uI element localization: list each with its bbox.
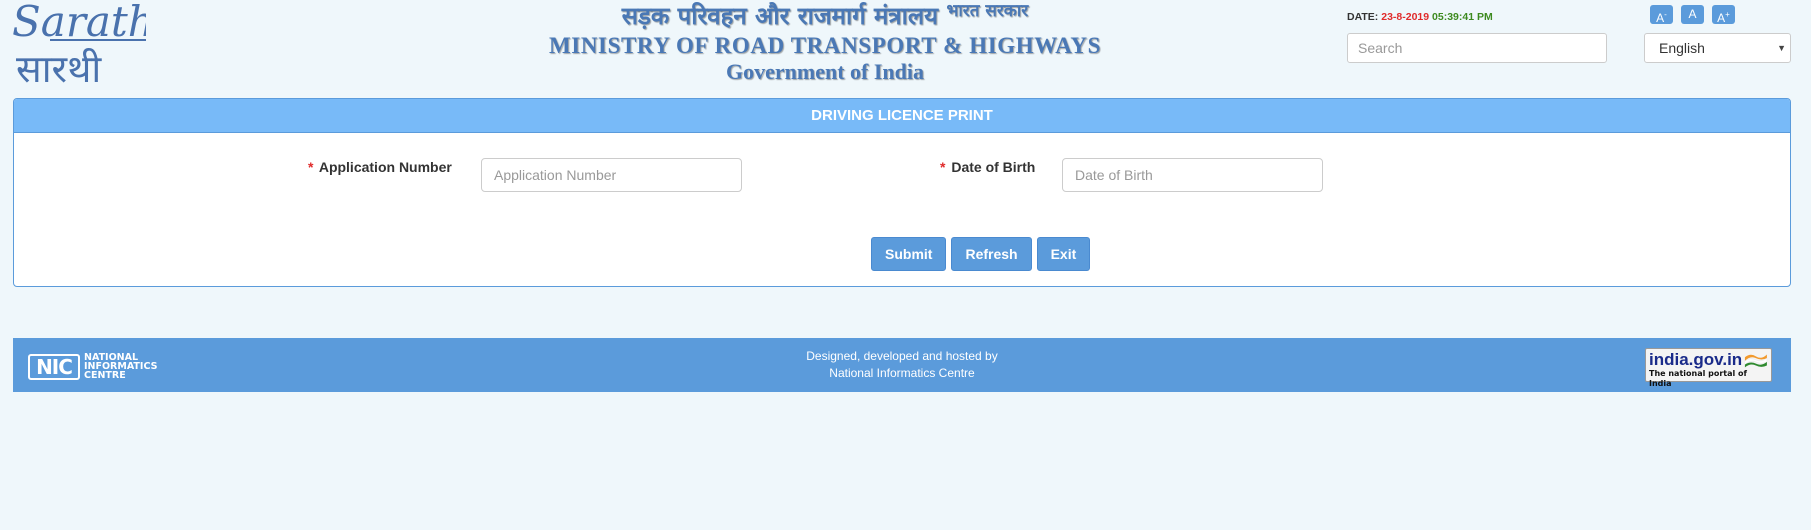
- credit-line-2: National Informatics Centre: [829, 366, 975, 380]
- font-increase-button[interactable]: A+: [1712, 5, 1735, 25]
- font-decrease-button[interactable]: A-: [1650, 5, 1673, 25]
- date-of-birth-label: * Date of Birth: [940, 159, 1036, 175]
- government-hindi: भारत सरकार: [946, 1, 1029, 21]
- india-gov-subtitle: The national portal of India: [1649, 369, 1748, 388]
- font-increase-icon: +: [1725, 10, 1730, 19]
- ministry-english-title: MINISTRY OF ROAD TRANSPORT & HIGHWAYS: [548, 33, 1101, 58]
- government-of-india: Government of India: [726, 59, 924, 84]
- refresh-button[interactable]: Refresh: [951, 237, 1032, 271]
- font-decrease-icon: -: [1664, 10, 1667, 19]
- font-reset-button[interactable]: A: [1681, 5, 1704, 24]
- ministry-banner: सड़क परिवहन और राजमार्ग मंत्रालय भारत सर…: [545, 0, 1105, 88]
- language-selected: English: [1659, 40, 1705, 56]
- form-actions: Submit Refresh Exit: [871, 237, 1091, 271]
- svg-text:सारथी: सारथी: [16, 47, 102, 88]
- date-of-birth-input[interactable]: [1062, 158, 1323, 192]
- time-value: 05:39:41 PM: [1432, 11, 1493, 23]
- page: Sarathi सारथी सड़क परिवहन और राजमार्ग मं…: [0, 0, 1811, 530]
- driving-licence-print-panel: DRIVING LICENCE PRINT * Application Numb…: [13, 98, 1791, 287]
- application-number-input[interactable]: [481, 158, 742, 192]
- date-value: 23-8-2019: [1381, 11, 1430, 23]
- date-time-display: DATE: 23-8-2019 05:39:41 PM: [1347, 11, 1493, 23]
- india-gov-title: india.gov.in: [1649, 350, 1743, 369]
- font-size-controls: A- A A+: [1650, 5, 1735, 25]
- panel-title: DRIVING LICENCE PRINT: [14, 99, 1790, 133]
- credit-line-1: Designed, developed and hosted by: [806, 349, 998, 363]
- sarathi-logo[interactable]: Sarathi सारथी: [10, 0, 168, 91]
- caret-down-icon: ▼: [1777, 43, 1786, 53]
- date-label: DATE:: [1347, 11, 1379, 23]
- footer-credit: Designed, developed and hosted by Nation…: [13, 348, 1791, 382]
- submit-button[interactable]: Submit: [871, 237, 947, 271]
- required-marker: *: [940, 159, 946, 175]
- footer: NIC NATIONAL INFORMATICS CENTRE Designed…: [13, 338, 1791, 392]
- sarathi-logo-icon: Sarathi सारथी: [12, 0, 168, 91]
- required-marker: *: [308, 159, 314, 175]
- language-select[interactable]: English ▼: [1644, 33, 1791, 63]
- india-flag-icon: [1744, 354, 1768, 367]
- application-number-label: * Application Number: [308, 159, 452, 175]
- ministry-hindi-title: सड़क परिवहन और राजमार्ग मंत्रालय भारत सर…: [621, 1, 1029, 30]
- search-input[interactable]: [1347, 33, 1607, 63]
- india-gov-portal-link[interactable]: india.gov.in The national portal of Indi…: [1645, 348, 1772, 388]
- exit-button[interactable]: Exit: [1036, 237, 1091, 271]
